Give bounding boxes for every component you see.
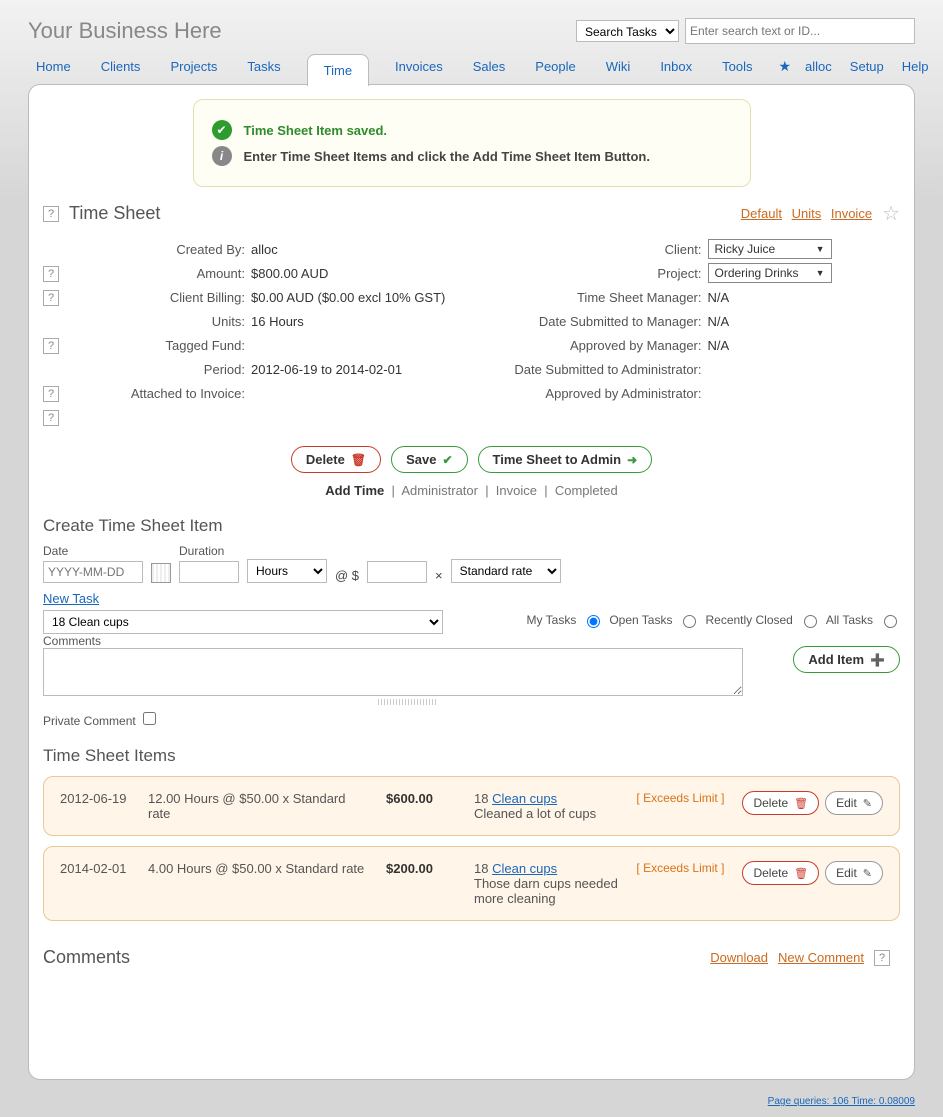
timesheet-item-row: 2012-06-19 12.00 Hours @ $50.00 x Standa… <box>43 776 900 836</box>
rate-input[interactable] <box>367 561 427 583</box>
to-admin-button[interactable]: Time Sheet to Admin➜ <box>478 446 653 473</box>
item-warning: [ Exceeds Limit ] <box>636 861 724 875</box>
rate-type-select[interactable]: Standard rate <box>451 559 561 583</box>
item-amount: $200.00 <box>386 861 456 876</box>
favorite-icon[interactable]: ☆ <box>882 201 900 226</box>
help-icon[interactable]: ? <box>43 338 59 354</box>
trash-icon: 🗑 <box>794 867 808 880</box>
check-icon: ✔ <box>442 453 452 467</box>
item-task-link[interactable]: Clean cups <box>492 791 557 806</box>
view-links: Default Units Invoice <box>735 206 872 221</box>
nav-help[interactable]: Help <box>898 53 933 80</box>
filter-open-tasks[interactable] <box>683 615 696 628</box>
duration-input[interactable] <box>179 561 239 583</box>
add-item-button[interactable]: Add Item➕ <box>793 646 900 673</box>
trash-icon: 🗑 <box>794 797 808 810</box>
date-input[interactable] <box>43 561 143 583</box>
nav-projects[interactable]: Projects <box>166 53 221 80</box>
calendar-icon[interactable] <box>151 563 171 583</box>
item-task-link[interactable]: Clean cups <box>492 861 557 876</box>
item-amount: $600.00 <box>386 791 456 806</box>
filter-all-tasks[interactable] <box>884 615 897 628</box>
nav-sales[interactable]: Sales <box>469 53 510 80</box>
save-button[interactable]: Save✔ <box>391 446 467 473</box>
item-delete-button[interactable]: Delete🗑 <box>742 861 819 885</box>
info-icon: i <box>212 146 232 166</box>
amount: $800.00 AUD <box>251 266 472 281</box>
search-input[interactable] <box>685 18 915 44</box>
nav-people[interactable]: People <box>531 53 579 80</box>
item-desc: 12.00 Hours @ $50.00 x Standard rate <box>148 791 368 821</box>
duration-unit-select[interactable]: Hours <box>247 559 327 583</box>
msg-hint: Enter Time Sheet Items and click the Add… <box>244 149 650 164</box>
item-edit-button[interactable]: Edit✎ <box>825 861 883 885</box>
view-default[interactable]: Default <box>741 206 782 221</box>
help-icon[interactable]: ? <box>43 266 59 282</box>
item-edit-button[interactable]: Edit✎ <box>825 791 883 815</box>
message-box: ✔ Time Sheet Item saved. i Enter Time Sh… <box>193 99 751 187</box>
star-icon[interactable]: ★ <box>778 58 791 75</box>
check-icon: ✔ <box>212 120 232 140</box>
period: 2012-06-19 to 2014-02-01 <box>251 362 472 377</box>
pencil-icon: ✎ <box>863 867 872 880</box>
created-by: alloc <box>251 242 472 257</box>
view-invoice[interactable]: Invoice <box>831 206 872 221</box>
nav-clients[interactable]: Clients <box>97 53 145 80</box>
create-title: Create Time Sheet Item <box>43 516 900 536</box>
nav-user[interactable]: alloc <box>801 53 836 80</box>
timesheet-item-row: 2014-02-01 4.00 Hours @ $50.00 x Standar… <box>43 846 900 921</box>
download-link[interactable]: Download <box>710 950 768 965</box>
items-title: Time Sheet Items <box>43 746 900 766</box>
nav-inbox[interactable]: Inbox <box>656 53 696 80</box>
item-delete-button[interactable]: Delete🗑 <box>742 791 819 815</box>
item-date: 2012-06-19 <box>60 791 130 806</box>
item-desc: 4.00 Hours @ $50.00 x Standard rate <box>148 861 368 876</box>
help-icon[interactable]: ? <box>43 386 59 402</box>
help-icon[interactable]: ? <box>43 290 59 306</box>
footer-stats[interactable]: Page queries: 106 Time: 0.08009 <box>768 1096 915 1107</box>
client-select[interactable]: Ricky Juice <box>708 239 832 259</box>
comments-textarea[interactable] <box>43 648 743 696</box>
help-icon[interactable]: ? <box>43 410 59 426</box>
status-trail: Add Time | Administrator | Invoice | Com… <box>43 483 900 498</box>
nav-wiki[interactable]: Wiki <box>602 53 635 80</box>
item-date: 2014-02-01 <box>60 861 130 876</box>
search-type-select[interactable]: Search Tasks <box>576 20 679 42</box>
help-icon[interactable]: ? <box>874 950 890 966</box>
new-task-link[interactable]: New Task <box>43 591 99 606</box>
date-submitted-mgr: N/A <box>708 314 901 329</box>
units: 16 Hours <box>251 314 472 329</box>
client-billing: $0.00 AUD ($0.00 excl 10% GST) <box>251 290 472 305</box>
arrow-right-icon: ➜ <box>627 453 637 467</box>
nav-invoices[interactable]: Invoices <box>391 53 447 80</box>
msg-saved: Time Sheet Item saved. <box>244 123 388 138</box>
brand: Your Business Here <box>28 18 576 44</box>
page-title: Time Sheet <box>69 203 735 224</box>
trash-icon: 🗑 <box>351 453 366 467</box>
pencil-icon: ✎ <box>863 797 872 810</box>
approved-mgr: N/A <box>708 338 901 353</box>
comments-title: Comments <box>43 947 700 968</box>
delete-button[interactable]: Delete🗑 <box>291 446 381 473</box>
private-checkbox[interactable] <box>143 712 156 725</box>
ts-manager: N/A <box>708 290 901 305</box>
nav-home[interactable]: Home <box>32 53 75 80</box>
resize-grip-icon[interactable] <box>378 699 438 705</box>
plus-icon: ➕ <box>870 653 885 667</box>
nav-setup[interactable]: Setup <box>846 53 888 80</box>
filter-recent-tasks[interactable] <box>804 615 817 628</box>
nav-tasks[interactable]: Tasks <box>243 53 284 80</box>
nav-time[interactable]: Time <box>307 54 369 86</box>
view-units[interactable]: Units <box>792 206 822 221</box>
item-note: Cleaned a lot of cups <box>474 806 596 821</box>
filter-my-tasks[interactable] <box>587 615 600 628</box>
item-warning: [ Exceeds Limit ] <box>636 791 724 805</box>
help-icon[interactable]: ? <box>43 206 59 222</box>
new-comment-link[interactable]: New Comment <box>778 950 864 965</box>
nav-tools[interactable]: Tools <box>718 53 756 80</box>
project-select[interactable]: Ordering Drinks <box>708 263 832 283</box>
item-note: Those darn cups needed more cleaning <box>474 876 618 906</box>
